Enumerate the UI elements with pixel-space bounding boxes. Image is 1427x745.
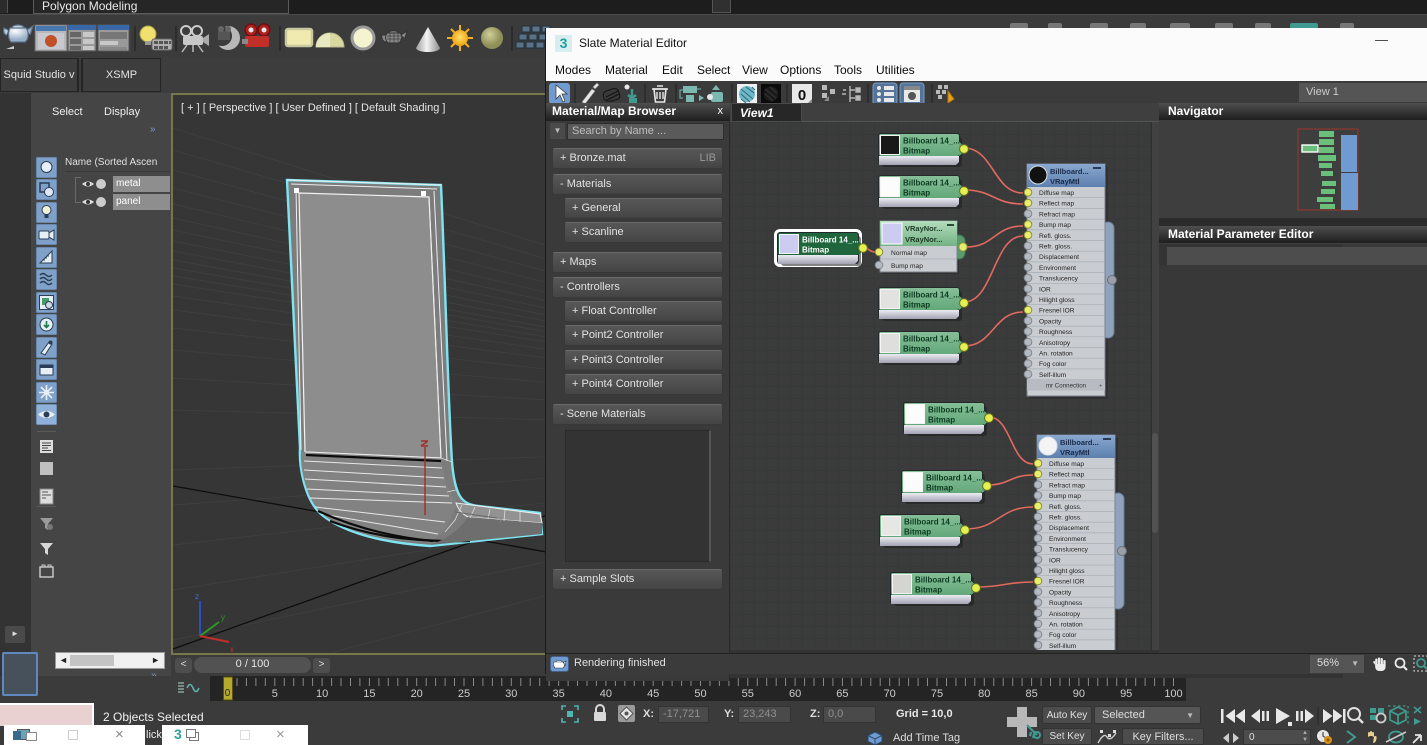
svg-text:85: 85	[1025, 688, 1037, 700]
svg-text:Refract map: Refract map	[1039, 211, 1075, 218]
svg-text:Translucency: Translucency	[1039, 276, 1079, 283]
svg-text:Billboard 14_...: Billboard 14_...	[915, 576, 972, 585]
svg-text:Bump map: Bump map	[1049, 493, 1081, 500]
svg-text:IOR: IOR	[1049, 557, 1061, 564]
svg-text:95: 95	[1120, 688, 1132, 700]
svg-text:40: 40	[600, 688, 612, 700]
svg-text:Bitmap: Bitmap	[802, 246, 829, 255]
svg-text:Billboard 14_...: Billboard 14_...	[903, 179, 960, 188]
svg-text:Refl. gloss.: Refl. gloss.	[1039, 233, 1072, 240]
svg-text:mr Connection: mr Connection	[1046, 383, 1087, 390]
svg-text:30: 30	[505, 688, 517, 700]
svg-text:75: 75	[931, 688, 943, 700]
svg-text:5: 5	[272, 688, 278, 700]
svg-text:15: 15	[363, 688, 375, 700]
svg-text:Roughness: Roughness	[1039, 329, 1073, 336]
svg-text:Bump map: Bump map	[891, 263, 923, 270]
svg-text:z: z	[195, 592, 199, 601]
svg-text:10: 10	[316, 688, 328, 700]
svg-text:Anisotropy: Anisotropy	[1049, 611, 1081, 618]
svg-text:20: 20	[411, 688, 423, 700]
svg-text:Billboard 14_...: Billboard 14_...	[904, 518, 961, 527]
svg-text:90: 90	[1073, 688, 1085, 700]
svg-text:Anisotropy: Anisotropy	[1039, 340, 1071, 347]
svg-text:Billboard...: Billboard...	[1060, 438, 1099, 447]
svg-text:60: 60	[789, 688, 801, 700]
svg-text:45: 45	[647, 688, 659, 700]
svg-text:Billboard 14_...: Billboard 14_...	[903, 291, 960, 300]
svg-text:Fog color: Fog color	[1049, 632, 1077, 639]
svg-text:0: 0	[798, 87, 806, 104]
svg-text:Bump map: Bump map	[1039, 222, 1071, 229]
svg-text:Billboard 14_...: Billboard 14_...	[903, 137, 960, 146]
svg-text:Reflect map: Reflect map	[1039, 201, 1075, 208]
svg-text:35: 35	[552, 688, 564, 700]
svg-text:+: +	[1099, 384, 1103, 390]
svg-text:y: y	[499, 516, 503, 523]
svg-text:Billboard 14_...: Billboard 14_...	[926, 474, 983, 483]
svg-text:Translucency: Translucency	[1049, 547, 1089, 554]
svg-text:Fresnel IOR: Fresnel IOR	[1049, 579, 1085, 586]
svg-text:Billboard...: Billboard...	[1050, 167, 1089, 176]
svg-text:y: y	[221, 613, 225, 622]
svg-text:Reflect map: Reflect map	[1049, 472, 1085, 479]
svg-text:VRayMtl: VRayMtl	[1060, 448, 1090, 457]
svg-text:Normal map: Normal map	[891, 250, 927, 257]
svg-text:An. rotation: An. rotation	[1039, 351, 1073, 358]
svg-text:Billboard 14_...: Billboard 14_...	[802, 236, 859, 245]
svg-text:Bitmap: Bitmap	[926, 484, 953, 493]
svg-text:Hilight gloss: Hilight gloss	[1049, 568, 1085, 575]
svg-text:Roughness: Roughness	[1049, 600, 1083, 607]
svg-text:Fresnel IOR: Fresnel IOR	[1039, 308, 1075, 315]
svg-text:80: 80	[978, 688, 990, 700]
svg-text:Opacity: Opacity	[1039, 318, 1062, 325]
svg-text:55: 55	[742, 688, 754, 700]
svg-text:Billboard 14_...: Billboard 14_...	[928, 406, 985, 415]
svg-text:Bitmap: Bitmap	[915, 586, 942, 595]
svg-text:VRayMtl: VRayMtl	[1050, 177, 1080, 186]
svg-text:Refr. gloss.: Refr. gloss.	[1049, 515, 1082, 522]
svg-text:Self-illum: Self-illum	[1049, 643, 1077, 650]
svg-text:Fog color: Fog color	[1039, 361, 1067, 368]
svg-text:Refr. gloss.: Refr. gloss.	[1039, 244, 1072, 251]
svg-text:100: 100	[1164, 688, 1182, 700]
svg-text:Displacement: Displacement	[1039, 254, 1079, 261]
svg-text:Bitmap: Bitmap	[904, 528, 931, 537]
svg-text:Bitmap: Bitmap	[903, 147, 930, 156]
svg-text:50: 50	[694, 688, 706, 700]
svg-text:Bitmap: Bitmap	[903, 301, 930, 310]
svg-text:Diffuse map: Diffuse map	[1049, 461, 1084, 468]
svg-text:25: 25	[458, 688, 470, 700]
svg-text:Diffuse map: Diffuse map	[1039, 190, 1074, 197]
svg-text:Environment: Environment	[1049, 536, 1086, 543]
svg-text:Opacity: Opacity	[1049, 589, 1072, 596]
svg-text:65: 65	[836, 688, 848, 700]
svg-text:Refl. gloss.: Refl. gloss.	[1049, 504, 1082, 511]
svg-text:70: 70	[884, 688, 896, 700]
svg-text:Bitmap: Bitmap	[928, 416, 955, 425]
svg-text:Bitmap: Bitmap	[903, 189, 930, 198]
svg-text:An. rotation: An. rotation	[1049, 622, 1083, 629]
svg-text:VRayNor...: VRayNor...	[905, 224, 943, 233]
svg-text:VRayNor...: VRayNor...	[905, 235, 943, 244]
svg-text:IOR: IOR	[1039, 286, 1051, 293]
svg-text:Bitmap: Bitmap	[903, 345, 930, 354]
svg-text:Hilight gloss: Hilight gloss	[1039, 297, 1075, 304]
svg-text:Billboard 14_...: Billboard 14_...	[903, 335, 960, 344]
svg-text:Refract map: Refract map	[1049, 482, 1085, 489]
svg-text:Self-illum: Self-illum	[1039, 372, 1067, 379]
svg-text:Displacement: Displacement	[1049, 525, 1089, 532]
svg-text:x: x	[230, 645, 234, 653]
svg-text:Environment: Environment	[1039, 265, 1076, 272]
svg-text:0: 0	[225, 688, 231, 699]
